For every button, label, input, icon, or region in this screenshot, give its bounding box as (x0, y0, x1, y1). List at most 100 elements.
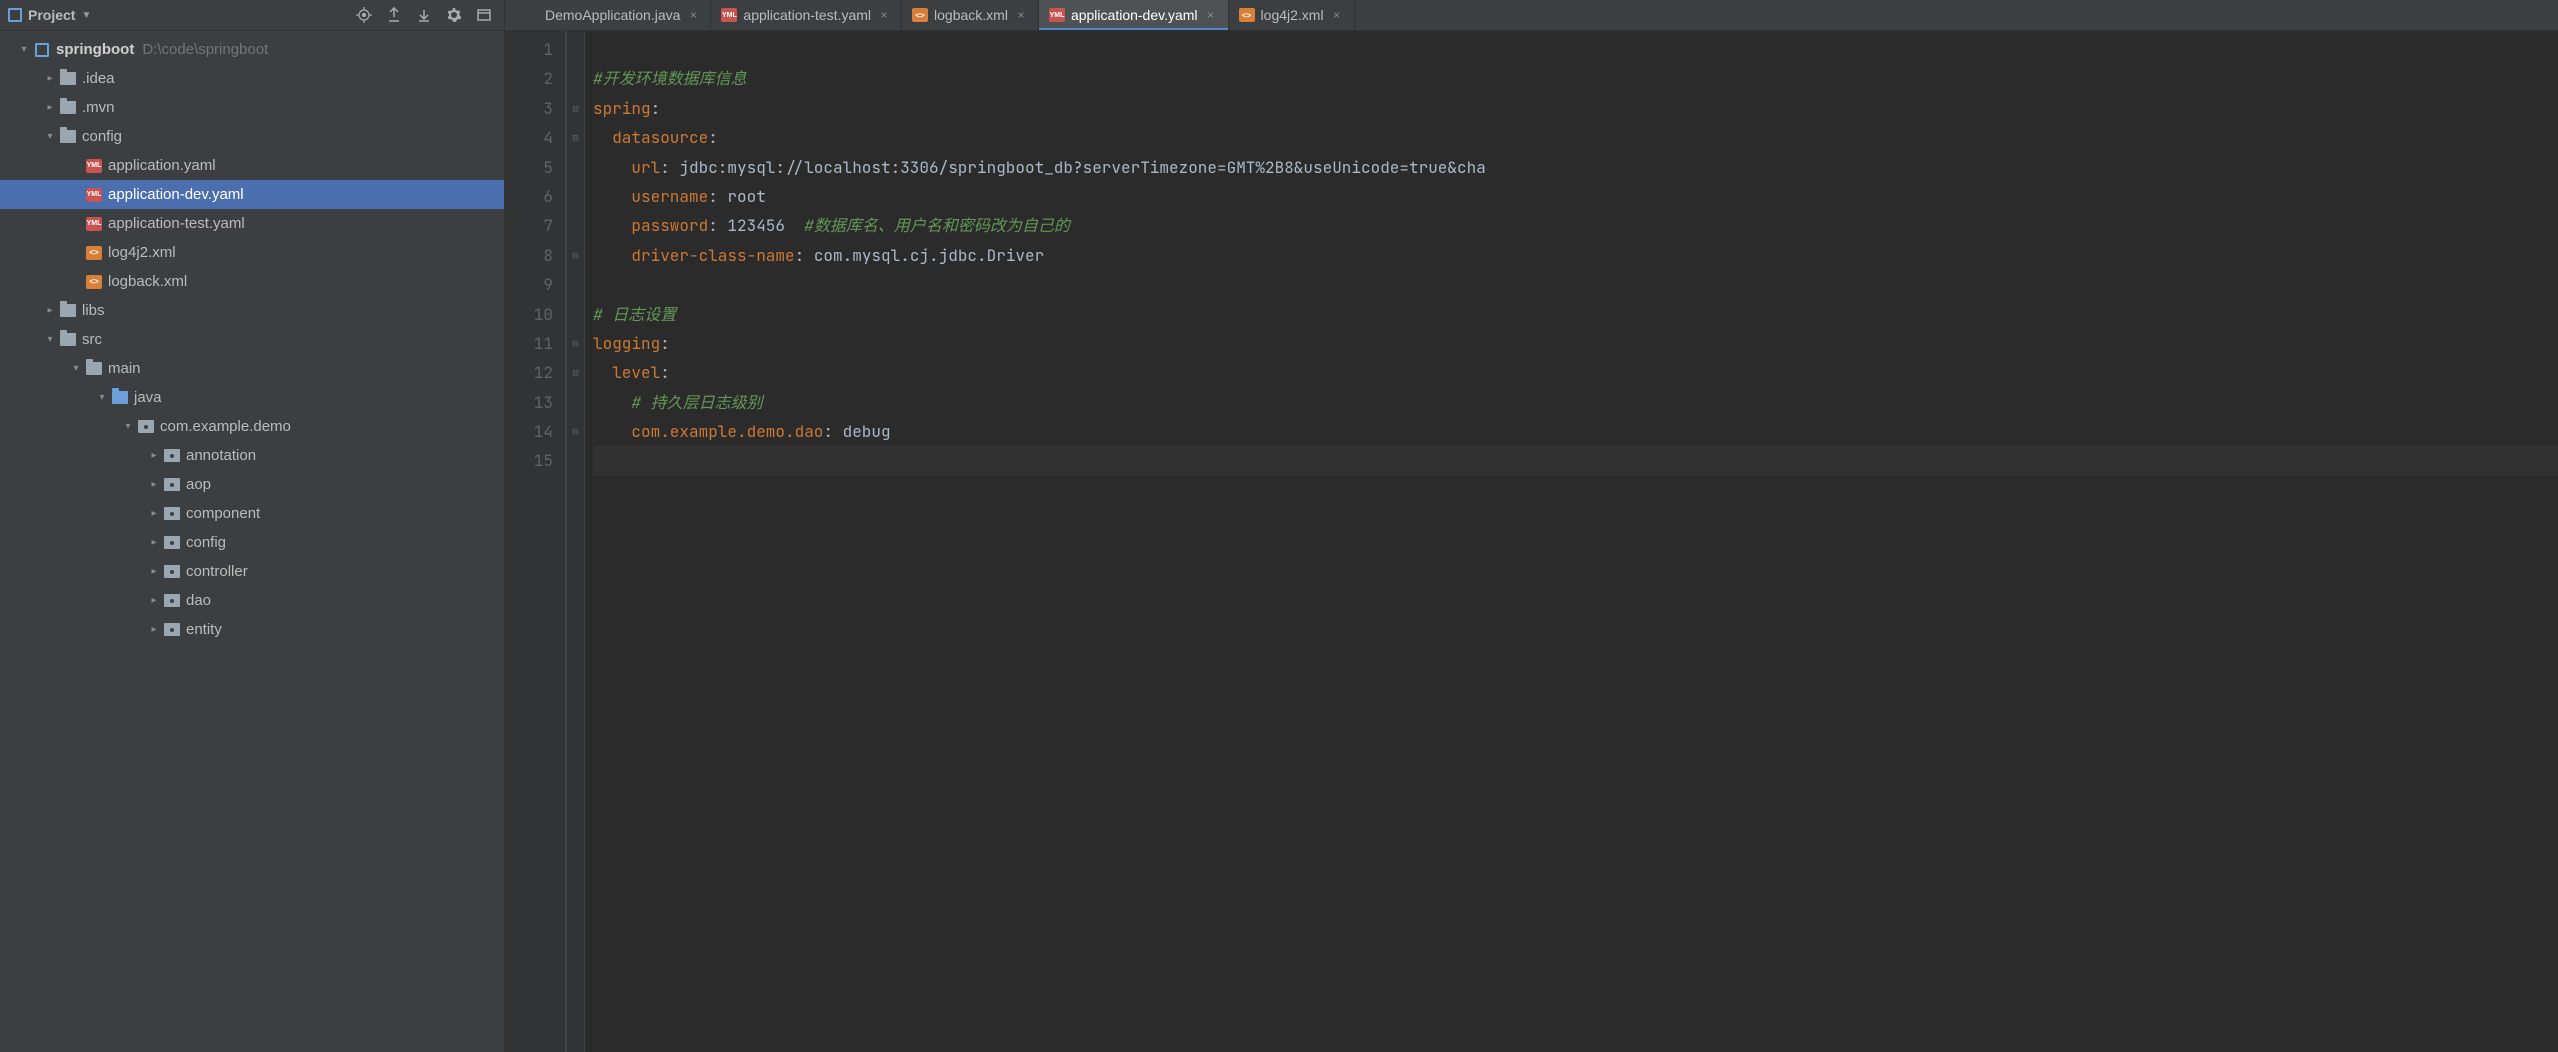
code-line[interactable]: password: 123456 #数据库名、用户名和密码改为自己的 (593, 211, 2558, 240)
tree-item[interactable]: ▾ springboot D:\code\springboot (0, 35, 504, 64)
tree-item[interactable]: ▸ .mvn (0, 93, 504, 122)
pkg-icon (162, 623, 182, 636)
tree-toggle-icon[interactable]: ▾ (68, 363, 84, 374)
settings-icon[interactable] (442, 3, 466, 27)
code-line[interactable] (593, 446, 2558, 475)
tree-item[interactable]: ▸annotation (0, 441, 504, 470)
locate-file-icon[interactable] (352, 3, 376, 27)
line-number: 11 (505, 329, 553, 358)
editor-tab[interactable]: application-test.yaml× (711, 0, 902, 30)
tree-item-label: .mvn (82, 99, 115, 116)
tree-toggle-icon[interactable]: ▸ (146, 479, 162, 490)
tree-toggle-icon[interactable]: ▸ (146, 624, 162, 635)
close-icon[interactable]: × (686, 8, 700, 22)
fold-toggle-icon[interactable]: ⊟ (567, 241, 584, 270)
project-panel-title[interactable]: Project (28, 7, 75, 23)
tree-toggle-icon[interactable]: ▸ (146, 566, 162, 577)
fold-toggle-icon[interactable]: ⊟ (567, 123, 584, 152)
project-dropdown-icon[interactable]: ▼ (81, 10, 91, 21)
code-line[interactable]: logging: (593, 329, 2558, 358)
fold-column[interactable]: ⊟⊟⊟⊟⊟⊟ (567, 31, 585, 1052)
close-icon[interactable]: × (1330, 8, 1344, 22)
hide-panel-icon[interactable] (472, 3, 496, 27)
editor-area: DemoApplication.java×application-test.ya… (505, 0, 2558, 1052)
tree-toggle-icon[interactable]: ▾ (42, 334, 58, 345)
line-number: 10 (505, 300, 553, 329)
code-line[interactable]: # 日志设置 (593, 300, 2558, 329)
tree-item[interactable]: application.yaml (0, 151, 504, 180)
fold-spacer (567, 446, 584, 475)
tree-item[interactable]: ▾config (0, 122, 504, 151)
close-icon[interactable]: × (1014, 8, 1028, 22)
tree-item[interactable]: ▸dao (0, 586, 504, 615)
tree-toggle-icon[interactable]: ▸ (42, 305, 58, 316)
tree-item[interactable]: ▸ config (0, 528, 504, 557)
collapse-all-icon[interactable] (412, 3, 436, 27)
tree-item-label: config (186, 534, 226, 551)
fold-toggle-icon[interactable]: ⊟ (567, 329, 584, 358)
close-icon[interactable]: × (877, 8, 891, 22)
tree-toggle-icon[interactable]: ▸ (146, 595, 162, 606)
tree-item[interactable]: ▾com.example.demo (0, 412, 504, 441)
tree-toggle-icon[interactable]: ▸ (42, 73, 58, 84)
code-line[interactable]: level: (593, 358, 2558, 387)
tree-item[interactable]: ▸.idea (0, 64, 504, 93)
pkg-icon (162, 565, 182, 578)
code-line[interactable] (593, 270, 2558, 299)
tree-item[interactable]: logback.xml (0, 267, 504, 296)
yaml-icon (1049, 8, 1065, 22)
tree-item-label: springboot (56, 41, 134, 58)
project-tree[interactable]: ▾springbootD:\code\springboot▸.idea▸.mvn… (0, 31, 504, 1052)
editor-tab[interactable]: application-dev.yaml× (1039, 0, 1229, 30)
tree-item[interactable]: ▸aop (0, 470, 504, 499)
tree-item[interactable]: application-dev.yaml (0, 180, 504, 209)
code-line[interactable]: com.example.demo.dao: debug (593, 417, 2558, 446)
close-icon[interactable]: × (1204, 8, 1218, 22)
tree-item[interactable]: ▸libs (0, 296, 504, 325)
editor-tab[interactable]: log4j2.xml× (1229, 0, 1355, 30)
tree-toggle-icon[interactable]: ▸ (146, 508, 162, 519)
code-line[interactable]: # 持久层日志级别 (593, 388, 2558, 417)
tree-item-path: D:\code\springboot (142, 41, 268, 58)
folder-icon (84, 362, 104, 375)
tree-item-label: application-test.yaml (108, 215, 245, 232)
tree-item[interactable]: ▾src (0, 325, 504, 354)
code-editor[interactable]: 123456789101112131415 ⊟⊟⊟⊟⊟⊟ #开发环境数据库信息s… (505, 31, 2558, 1052)
line-number: 15 (505, 446, 553, 475)
fold-toggle-icon[interactable]: ⊟ (567, 358, 584, 387)
tree-item[interactable]: ▸controller (0, 557, 504, 586)
folder-icon (58, 333, 78, 346)
tree-toggle-icon[interactable]: ▸ (146, 450, 162, 461)
code-line[interactable]: driver-class-name: com.mysql.cj.jdbc.Dri… (593, 241, 2558, 270)
folder-icon (58, 72, 78, 85)
code-line[interactable]: username: root (593, 182, 2558, 211)
tree-item-label: component (186, 505, 260, 522)
tree-toggle-icon[interactable]: ▾ (42, 131, 58, 142)
code-line[interactable] (593, 35, 2558, 64)
tree-item[interactable]: ▾main (0, 354, 504, 383)
editor-tab[interactable]: DemoApplication.java × (513, 0, 711, 30)
fold-spacer (567, 35, 584, 64)
tree-toggle-icon[interactable]: ▸ (42, 102, 58, 113)
pkg-icon (162, 594, 182, 607)
tree-item[interactable]: log4j2.xml (0, 238, 504, 267)
tree-toggle-icon[interactable]: ▾ (120, 421, 136, 432)
code-line[interactable]: datasource: (593, 123, 2558, 152)
tree-toggle-icon[interactable]: ▾ (16, 44, 32, 55)
tree-item[interactable]: ▸ component (0, 499, 504, 528)
code-content[interactable]: #开发环境数据库信息spring: datasource: url: jdbc:… (585, 31, 2558, 1052)
tree-item[interactable]: ▸entity (0, 615, 504, 644)
fold-toggle-icon[interactable]: ⊟ (567, 417, 584, 446)
fold-spacer (567, 211, 584, 240)
editor-tab[interactable]: logback.xml× (902, 0, 1039, 30)
tree-item[interactable]: application-test.yaml (0, 209, 504, 238)
tree-toggle-icon[interactable]: ▸ (146, 537, 162, 548)
tab-label: DemoApplication.java (545, 7, 680, 23)
tree-item[interactable]: ▾java (0, 383, 504, 412)
tree-toggle-icon[interactable]: ▾ (94, 392, 110, 403)
expand-all-icon[interactable] (382, 3, 406, 27)
fold-toggle-icon[interactable]: ⊟ (567, 94, 584, 123)
code-line[interactable]: url: jdbc:mysql://localhost:3306/springb… (593, 153, 2558, 182)
code-line[interactable]: spring: (593, 94, 2558, 123)
code-line[interactable]: #开发环境数据库信息 (593, 64, 2558, 93)
